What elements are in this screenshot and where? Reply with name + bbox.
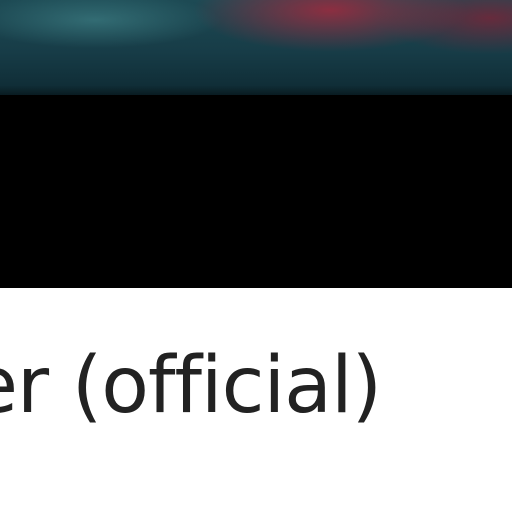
video-card[interactable]: er (official) (0, 0, 512, 512)
video-title[interactable]: er (official) (0, 336, 382, 436)
video-thumbnail[interactable] (0, 0, 512, 95)
thumbnail-letterbox (0, 95, 512, 288)
